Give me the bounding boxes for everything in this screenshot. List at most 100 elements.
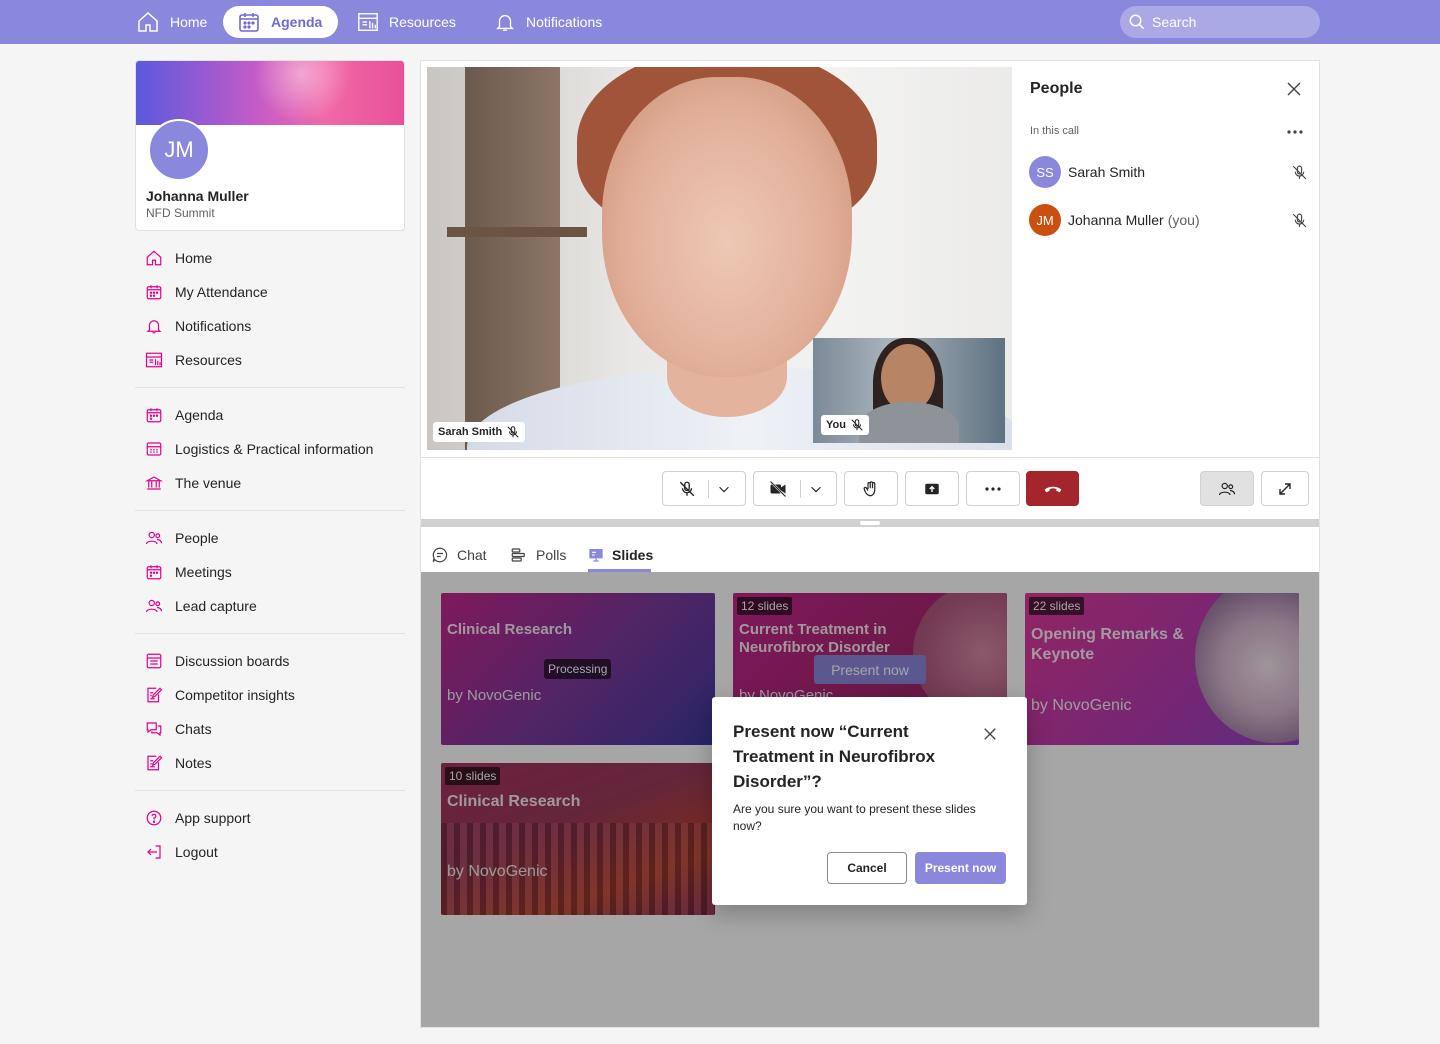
sidebar-item-my-attendance[interactable]: My Attendance xyxy=(135,275,405,309)
sidebar-item-label: Lead capture xyxy=(175,598,257,614)
self-video-body xyxy=(859,402,959,443)
share-screen-button[interactable] xyxy=(905,471,959,506)
cancel-button[interactable]: Cancel xyxy=(827,852,907,884)
participant-row[interactable]: JM Johanna Muller (you) xyxy=(1029,204,1200,236)
dialog-body: Are you sure you want to present these s… xyxy=(733,802,976,833)
main-video-label: Sarah Smith xyxy=(433,422,526,442)
participant-row[interactable]: SS Sarah Smith xyxy=(1029,156,1145,188)
sidebar-item-app-support[interactable]: App support xyxy=(135,801,405,835)
resources-icon xyxy=(358,13,378,31)
sidebar-item-label: Notes xyxy=(175,755,212,771)
note-edit-icon xyxy=(147,687,163,703)
sidebar-divider xyxy=(135,633,405,634)
raise-hand-button[interactable] xyxy=(844,471,898,506)
people-icon xyxy=(1218,482,1236,495)
sidebar-item-logistics[interactable]: Logistics & Practical information xyxy=(135,432,405,466)
board-icon xyxy=(146,653,162,669)
sidebar-item-venue[interactable]: The venue xyxy=(135,466,405,500)
home-icon xyxy=(146,250,162,266)
sidebar-item-label: Resources xyxy=(175,352,242,368)
mic-off-icon xyxy=(1292,213,1307,228)
sidebar-divider xyxy=(135,387,405,388)
video-off-icon xyxy=(769,480,786,497)
sidebar-item-agenda[interactable]: Agenda xyxy=(135,398,405,432)
self-video-name: You xyxy=(826,419,846,431)
hang-up-icon xyxy=(1044,486,1061,492)
close-icon[interactable] xyxy=(1286,81,1302,97)
venue-icon xyxy=(145,476,163,490)
mic-off-icon xyxy=(507,426,519,438)
self-video-label: You xyxy=(821,415,869,435)
people-panel-title: People xyxy=(1030,80,1083,97)
resize-handle[interactable] xyxy=(860,521,880,525)
sidebar-item-meetings[interactable]: Meetings xyxy=(135,555,405,589)
sidebar-item-label: People xyxy=(175,530,219,546)
tab-slides[interactable]: Slides xyxy=(588,538,653,572)
sidebar-item-competitor-insights[interactable]: Competitor insights xyxy=(135,678,405,712)
participant-suffix: (you) xyxy=(1167,212,1200,228)
sidebar-item-discussion-boards[interactable]: Discussion boards xyxy=(135,644,405,678)
chevron-down-icon[interactable] xyxy=(809,482,823,496)
split-divider xyxy=(707,479,709,498)
calendar-icon xyxy=(146,285,162,300)
topnav-notifications-label: Notifications xyxy=(526,14,603,30)
participant-name: Sarah Smith xyxy=(1068,164,1146,180)
search-placeholder: Search xyxy=(1152,14,1197,30)
sidebar-item-people[interactable]: People xyxy=(135,521,405,555)
fullscreen-button[interactable] xyxy=(1261,471,1309,506)
end-call-button[interactable] xyxy=(1026,471,1079,506)
sidebar-group-4: Discussion boards Competitor insights Ch… xyxy=(135,644,405,780)
topnav-resources-label: Resources xyxy=(389,14,456,30)
profile-banner-glow xyxy=(136,61,404,125)
tab-polls[interactable]: Polls xyxy=(510,538,566,572)
sidebar-item-label: Chats xyxy=(175,721,212,737)
sidebar-item-lead-capture[interactable]: Lead capture xyxy=(135,589,405,623)
mic-off-icon xyxy=(679,481,694,496)
chevron-down-icon[interactable] xyxy=(717,482,731,496)
chat-icon xyxy=(146,722,162,737)
participant-avatar: JM xyxy=(1029,204,1061,236)
tab-chat[interactable]: Chat xyxy=(431,538,487,572)
tab-label: Chat xyxy=(457,547,487,563)
logout-icon xyxy=(147,845,161,859)
sidebar-item-label: Home xyxy=(175,250,213,266)
mic-off-icon xyxy=(1292,165,1307,180)
more-options-icon xyxy=(985,486,1001,491)
avatar[interactable]: JM xyxy=(148,119,210,181)
people-toggle-button[interactable] xyxy=(1200,471,1254,506)
camera-toggle-button[interactable] xyxy=(753,471,837,506)
video-shelf-board xyxy=(447,227,587,237)
sidebar-item-logout[interactable]: Logout xyxy=(135,835,405,869)
sidebar-item-notifications[interactable]: Notifications xyxy=(135,309,405,343)
topnav-agenda[interactable]: Agenda xyxy=(223,6,339,38)
sidebar-item-resources[interactable]: Resources xyxy=(135,343,405,377)
sidebar-item-chats[interactable]: Chats xyxy=(135,712,405,746)
topnav-resources[interactable]: Resources xyxy=(357,6,456,38)
controls-divider xyxy=(421,457,1319,458)
sidebar-item-home[interactable]: Home xyxy=(135,241,405,275)
help-icon xyxy=(146,810,162,826)
polls-icon xyxy=(511,548,525,562)
raise-hand-icon xyxy=(863,480,876,496)
people-panel-subtitle: In this call xyxy=(1030,125,1079,137)
people-icon xyxy=(145,531,163,545)
sidebar-item-notes[interactable]: Notes xyxy=(135,746,405,780)
participant-name: Johanna Muller xyxy=(1068,212,1164,228)
sidebar-item-label: The venue xyxy=(175,475,242,491)
share-screen-icon xyxy=(925,483,939,494)
slides-icon xyxy=(589,549,603,562)
topnav-home[interactable]: Home xyxy=(136,6,207,38)
close-icon[interactable] xyxy=(983,727,997,741)
more-actions-button[interactable] xyxy=(966,471,1020,506)
calendar-icon xyxy=(146,408,162,423)
search-input[interactable]: Search xyxy=(1120,6,1320,38)
present-now-button[interactable]: Present now xyxy=(915,852,1006,884)
sidebar-item-label: Competitor insights xyxy=(175,687,295,703)
bell-icon xyxy=(496,14,514,31)
mic-toggle-button[interactable] xyxy=(662,471,746,506)
resources-icon xyxy=(145,352,163,368)
more-options-icon[interactable] xyxy=(1287,128,1303,136)
topnav-notifications[interactable]: Notifications xyxy=(494,6,602,38)
profile-name: Johanna Muller xyxy=(146,188,249,204)
mic-off-icon xyxy=(851,419,863,431)
